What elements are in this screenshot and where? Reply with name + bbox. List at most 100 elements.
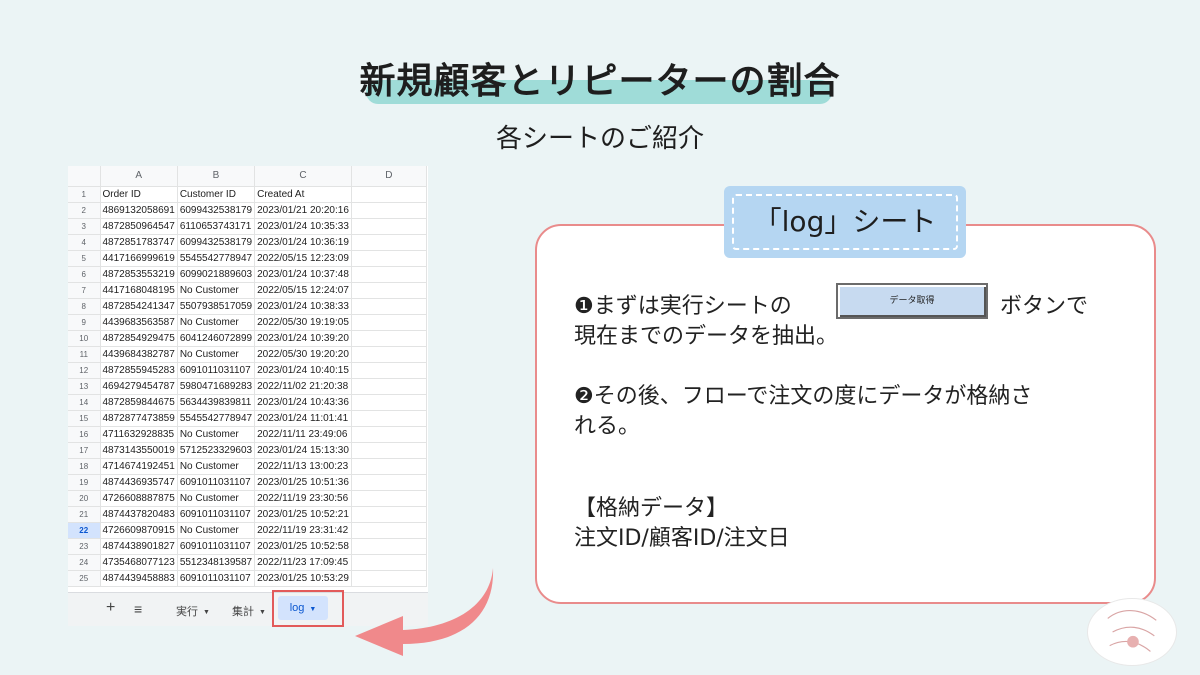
cell[interactable]: 2022/11/19 23:30:56: [254, 490, 352, 507]
cell[interactable]: 6110653743171: [177, 218, 256, 235]
cell[interactable]: 4417166999619: [100, 250, 178, 267]
row-number[interactable]: 18: [68, 458, 101, 475]
cell[interactable]: [351, 314, 427, 331]
cell[interactable]: 2023/01/24 10:37:48: [254, 266, 352, 283]
cell[interactable]: 2023/01/24 10:43:36: [254, 394, 352, 411]
row-number[interactable]: 14: [68, 394, 101, 411]
cell[interactable]: 4872854929475: [100, 330, 178, 347]
column-header[interactable]: B: [177, 166, 256, 187]
cell[interactable]: [351, 474, 427, 491]
add-sheet-button[interactable]: +: [106, 599, 115, 617]
cell[interactable]: 2022/05/30 19:20:20: [254, 346, 352, 363]
cell[interactable]: [351, 378, 427, 395]
cell[interactable]: 4874437820483: [100, 506, 178, 523]
row-number[interactable]: 24: [68, 554, 101, 571]
cell[interactable]: 4726609870915: [100, 522, 178, 539]
cell[interactable]: 4872877473859: [100, 410, 178, 427]
cell[interactable]: No Customer: [177, 282, 256, 299]
cell[interactable]: 2023/01/25 10:51:36: [254, 474, 352, 491]
cell[interactable]: 2023/01/24 10:40:15: [254, 362, 352, 379]
cell[interactable]: 5712523329603: [177, 442, 256, 459]
corner-cell[interactable]: [68, 166, 101, 187]
row-number[interactable]: 2: [68, 202, 101, 219]
cell[interactable]: No Customer: [177, 346, 256, 363]
cell[interactable]: 6041246072899: [177, 330, 256, 347]
cell[interactable]: 4711632928835: [100, 426, 178, 443]
row-number[interactable]: 20: [68, 490, 101, 507]
cell[interactable]: 2022/11/02 21:20:38: [254, 378, 352, 395]
cell[interactable]: [351, 538, 427, 555]
cell[interactable]: 4417168048195: [100, 282, 178, 299]
cell[interactable]: [351, 394, 427, 411]
row-number[interactable]: 8: [68, 298, 101, 315]
cell[interactable]: [351, 298, 427, 315]
cell[interactable]: 2023/01/24 10:39:20: [254, 330, 352, 347]
cell[interactable]: 4439683563587: [100, 314, 178, 331]
cell[interactable]: 4872850964547: [100, 218, 178, 235]
cell[interactable]: 2022/11/13 13:00:23: [254, 458, 352, 475]
row-number[interactable]: 15: [68, 410, 101, 427]
row-number[interactable]: 19: [68, 474, 101, 491]
cell[interactable]: [351, 410, 427, 427]
column-header[interactable]: C: [254, 166, 352, 187]
cell[interactable]: No Customer: [177, 458, 256, 475]
cell[interactable]: 4874439458883: [100, 570, 178, 587]
cell[interactable]: [351, 234, 427, 251]
cell[interactable]: Order ID: [100, 186, 178, 203]
cell[interactable]: 5980471689283: [177, 378, 256, 395]
cell[interactable]: 4714674192451: [100, 458, 178, 475]
cell[interactable]: 4872859844675: [100, 394, 178, 411]
cell[interactable]: 5545542778947: [177, 250, 256, 267]
row-number[interactable]: 1: [68, 186, 101, 203]
row-number[interactable]: 25: [68, 570, 101, 587]
tab-shukei[interactable]: 集計 ▼: [232, 603, 266, 619]
cell[interactable]: 2022/11/19 23:31:42: [254, 522, 352, 539]
cell[interactable]: 6099432538179: [177, 234, 256, 251]
row-number[interactable]: 6: [68, 266, 101, 283]
row-number[interactable]: 12: [68, 362, 101, 379]
cell[interactable]: [351, 490, 427, 507]
cell[interactable]: [351, 250, 427, 267]
cell[interactable]: [351, 362, 427, 379]
row-number[interactable]: 5: [68, 250, 101, 267]
cell[interactable]: 5507938517059: [177, 298, 256, 315]
tab-jikko[interactable]: 実行 ▼: [176, 603, 210, 619]
row-number[interactable]: 7: [68, 282, 101, 299]
column-header[interactable]: A: [100, 166, 178, 187]
cell[interactable]: 4872853553219: [100, 266, 178, 283]
cell[interactable]: 4872855945283: [100, 362, 178, 379]
row-number[interactable]: 3: [68, 218, 101, 235]
row-number[interactable]: 23: [68, 538, 101, 555]
cell[interactable]: 6091011031107: [177, 506, 256, 523]
cell[interactable]: [351, 330, 427, 347]
cell[interactable]: No Customer: [177, 522, 256, 539]
all-sheets-menu-icon[interactable]: ≡: [134, 601, 142, 617]
cell[interactable]: 2023/01/25 10:53:29: [254, 570, 352, 587]
cell[interactable]: 6091011031107: [177, 538, 256, 555]
row-number[interactable]: 16: [68, 426, 101, 443]
cell[interactable]: [351, 458, 427, 475]
cell[interactable]: 5512348139587: [177, 554, 256, 571]
cell[interactable]: 6091011031107: [177, 362, 256, 379]
cell[interactable]: 4872851783747: [100, 234, 178, 251]
cell[interactable]: 4726608887875: [100, 490, 178, 507]
row-number[interactable]: 10: [68, 330, 101, 347]
row-number[interactable]: 11: [68, 346, 101, 363]
cell[interactable]: 4873143550019: [100, 442, 178, 459]
fetch-data-button[interactable]: データ取得: [836, 283, 988, 319]
cell[interactable]: 5545542778947: [177, 410, 256, 427]
cell[interactable]: [351, 186, 427, 203]
cell[interactable]: 4694279454787: [100, 378, 178, 395]
cell[interactable]: 2022/05/15 12:23:09: [254, 250, 352, 267]
cell[interactable]: [351, 442, 427, 459]
cell[interactable]: 5634439839811: [177, 394, 256, 411]
cell[interactable]: 4735468077123: [100, 554, 178, 571]
cell[interactable]: [351, 346, 427, 363]
cell[interactable]: 2023/01/24 15:13:30: [254, 442, 352, 459]
cell[interactable]: 6091011031107: [177, 474, 256, 491]
cell[interactable]: 2023/01/25 10:52:58: [254, 538, 352, 555]
cell[interactable]: 2023/01/24 10:36:19: [254, 234, 352, 251]
row-number[interactable]: 22: [68, 522, 101, 539]
cell[interactable]: 4874436935747: [100, 474, 178, 491]
cell[interactable]: 6099432538179: [177, 202, 256, 219]
